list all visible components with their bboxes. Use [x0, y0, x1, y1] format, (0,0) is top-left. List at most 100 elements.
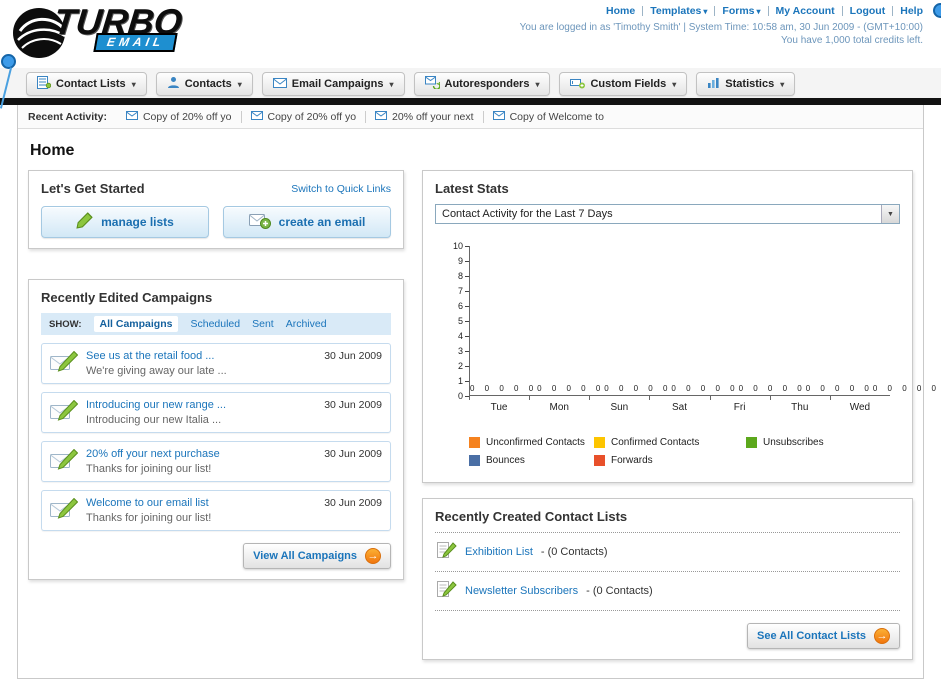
button-label: View All Campaigns	[253, 550, 357, 562]
y-tick: 7	[458, 287, 469, 296]
recent-activity-item[interactable]: Copy of 20% off yo	[117, 110, 242, 123]
contact-list-row[interactable]: Newsletter Subscribers - (0 Contacts)	[435, 572, 900, 611]
campaign-title-link[interactable]: See us at the retail food ...	[86, 350, 316, 362]
legend-swatch	[594, 437, 605, 448]
button-label: create an email	[278, 215, 366, 229]
switch-to-quick-links-link[interactable]: Switch to Quick Links	[291, 183, 391, 195]
campaign-title-link[interactable]: Introducing our new range ...	[86, 399, 316, 411]
x-axis-label: Mon	[529, 396, 589, 413]
link-logout[interactable]: Logout	[850, 5, 886, 17]
recently-edited-campaigns-panel: Recently Edited Campaigns SHOW: All Camp…	[28, 279, 404, 580]
y-tick-label: 5	[457, 316, 463, 326]
create-email-button[interactable]: create an email	[223, 206, 391, 238]
chart-series-values: 0 0 0 0 0	[738, 384, 806, 393]
legend-swatch	[469, 455, 480, 466]
tab-label: Autoresponders	[444, 78, 530, 90]
legend-label: Unconfirmed Contacts	[486, 437, 585, 448]
filter-all-campaigns[interactable]: All Campaigns	[93, 316, 179, 332]
y-tick-label: 3	[457, 346, 463, 356]
list-edit-icon	[437, 542, 457, 562]
legend-item: Forwards	[594, 455, 746, 466]
x-axis-label: Fri	[709, 396, 770, 413]
campaign-row[interactable]: Introducing our new range ... Introducin…	[41, 392, 391, 433]
login-info: You are logged in as 'Timothy Smith' | S…	[519, 22, 923, 33]
filter-scheduled[interactable]: Scheduled	[190, 318, 240, 330]
x-axis-label: Sat	[649, 396, 709, 413]
recent-activity-item[interactable]: Copy of 20% off yo	[242, 110, 367, 123]
legend-label: Bounces	[486, 455, 525, 466]
chart-series-values: 0 0 0 0 0	[872, 384, 940, 393]
campaign-title-link[interactable]: Welcome to our email list	[86, 497, 316, 509]
button-label: See All Contact Lists	[756, 630, 866, 642]
contact-list-link[interactable]: Newsletter Subscribers	[465, 585, 578, 597]
y-tick: 5	[458, 317, 469, 326]
filter-archived[interactable]: Archived	[286, 318, 327, 330]
tab-statistics[interactable]: Statistics ▾	[696, 72, 796, 96]
see-all-contact-lists-button[interactable]: See All Contact Lists →	[746, 623, 900, 649]
tab-label: Statistics	[725, 78, 775, 90]
link-label: Home	[606, 5, 636, 17]
campaign-row[interactable]: Welcome to our email list Thanks for joi…	[41, 490, 391, 531]
recent-activity-item[interactable]: Copy of Welcome to	[484, 110, 613, 123]
recent-activity-bar: Recent Activity: Copy of 20% off yo Copy…	[18, 105, 923, 129]
recent-activity-text: Copy of 20% off yo	[142, 110, 232, 123]
y-tick-label: 10	[452, 241, 463, 251]
tab-custom-fields[interactable]: Custom Fields ▾	[559, 72, 688, 96]
tab-autoresponders[interactable]: Autoresponders ▾	[413, 72, 551, 96]
stats-period-select[interactable]: Contact Activity for the Last 7 Days ▼	[435, 204, 900, 224]
link-templates[interactable]: Templates ▾	[650, 5, 707, 17]
contacts-icon	[167, 76, 180, 92]
campaign-title-link[interactable]: 20% off your next purchase	[86, 448, 316, 460]
legend-item: Unconfirmed Contacts	[469, 437, 594, 448]
chart-values-row: 0 0 0 0 00 0 0 0 00 0 0 0 00 0 0 0 00 0 …	[470, 384, 936, 393]
recently-created-contact-lists-panel: Recently Created Contact Lists Exhibitio…	[422, 498, 913, 660]
separator	[714, 6, 716, 16]
legend-label: Confirmed Contacts	[611, 437, 700, 448]
view-all-campaigns-button[interactable]: View All Campaigns →	[243, 543, 391, 569]
recent-activity-label: Recent Activity:	[28, 110, 107, 123]
email-edit-icon	[50, 350, 79, 376]
chart-series-values: 0 0 0 0 0	[604, 384, 672, 393]
x-axis-label: Tue	[469, 396, 529, 413]
tab-label: Contact Lists	[56, 78, 126, 90]
link-label: Forms	[722, 5, 755, 17]
tab-contacts[interactable]: Contacts ▾	[155, 72, 253, 96]
envelope-icon	[250, 110, 263, 123]
y-tick: 2	[458, 362, 469, 371]
y-tick-label: 6	[457, 301, 463, 311]
custom-fields-icon	[570, 77, 586, 92]
campaign-subtitle: Introducing our new Italia ...	[86, 414, 222, 426]
y-tick: 4	[458, 332, 469, 341]
chevron-down-icon: ▾	[535, 79, 540, 89]
manage-lists-button[interactable]: manage lists	[41, 206, 209, 238]
email-edit-icon	[50, 399, 79, 425]
y-tick-label: 0	[457, 391, 463, 401]
campaign-date: 30 Jun 2009	[324, 497, 382, 509]
link-forms[interactable]: Forms ▾	[722, 5, 760, 17]
recent-activity-text: Copy of Welcome to	[509, 110, 604, 123]
page-title: Home	[30, 142, 75, 159]
link-label: Templates	[650, 5, 702, 17]
latest-stats-panel: Latest Stats Contact Activity for the La…	[422, 170, 936, 483]
chart-series-values: 0 0 0 0 0	[671, 384, 739, 393]
tab-contact-lists[interactable]: Contact Lists ▾	[26, 72, 147, 96]
campaign-row[interactable]: 20% off your next purchase Thanks for jo…	[41, 441, 391, 482]
tab-email-campaigns[interactable]: Email Campaigns ▾	[261, 72, 405, 96]
link-help[interactable]: Help	[900, 5, 923, 17]
recent-activity-item[interactable]: 20% off your next	[366, 110, 484, 123]
contact-list-link[interactable]: Exhibition List	[465, 546, 533, 558]
x-axis-label: Sun	[589, 396, 649, 413]
chart-series-values: 0 0 0 0 0	[805, 384, 873, 393]
campaign-row[interactable]: See us at the retail food ... We're givi…	[41, 343, 391, 384]
campaign-date: 30 Jun 2009	[324, 350, 382, 362]
latest-stats-title: Latest Stats	[435, 181, 509, 196]
contact-list-row[interactable]: Exhibition List - (0 Contacts)	[435, 532, 900, 572]
content-frame: Recent Activity: Copy of 20% off yo Copy…	[17, 105, 936, 679]
chart-plot-area: 0 0 0 0 00 0 0 0 00 0 0 0 00 0 0 0 00 0 …	[469, 246, 936, 396]
link-my-account[interactable]: My Account	[776, 5, 835, 17]
y-tick: 8	[458, 272, 469, 281]
chevron-down-icon: ▾	[756, 6, 761, 16]
link-label: My Account	[775, 5, 835, 17]
link-home[interactable]: Home	[606, 5, 635, 17]
filter-sent[interactable]: Sent	[252, 318, 274, 330]
